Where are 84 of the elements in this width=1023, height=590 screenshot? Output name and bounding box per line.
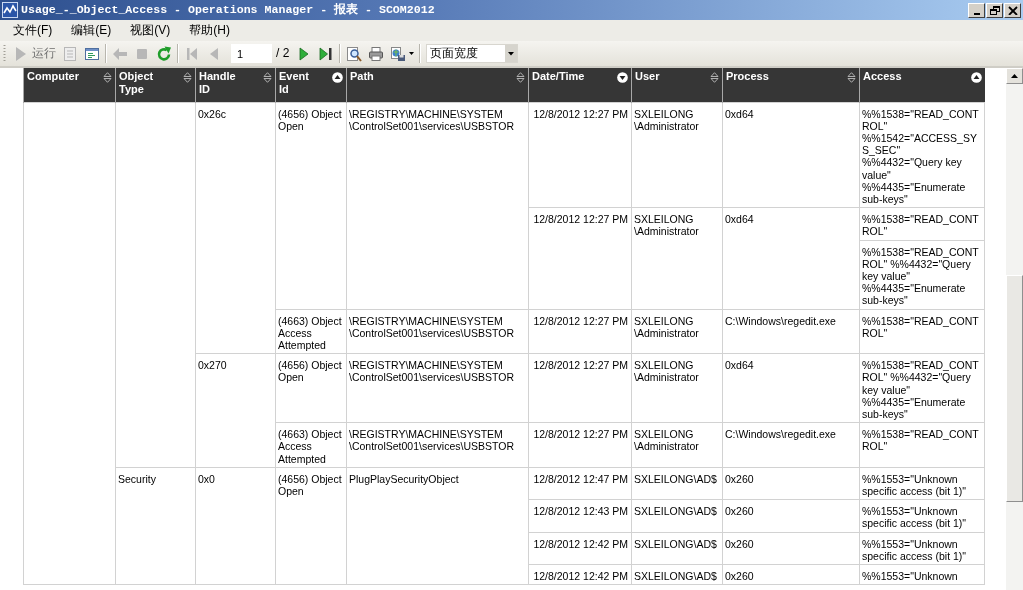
zoom-dropdown[interactable]: 页面宽度 [426,44,519,63]
column-title: User [635,70,660,83]
column-title: Process [726,70,769,83]
process-id: 0xd64 [725,359,754,372]
line-chart-icon [2,2,18,18]
access-text: %%1538="READ_CONTROL" [862,213,979,238]
registry-path: \REGISTRY\MACHINE\SYSTEM\ControlSet001\services\USBSTOR [349,359,514,384]
disk-globe-icon[interactable] [390,45,407,62]
process-id: C:\Windows\regedit.exe [725,314,836,327]
user-name: SXLEILONG\AD$ [634,505,717,518]
event-id: (4663) Object Access Attempted [278,314,342,351]
access-text: %%1538="READ_CONTROL" [862,428,979,453]
date-time: 12/8/2012 12:42 PM [533,570,628,582]
access-text: %%1538="READ_CONTROL" %%4432="Query key value" %%4435="Enumerate sub-keys" [862,245,979,307]
user-name: SXLEILONG\Administrator [634,359,699,384]
column-title: Date/Time [532,70,585,83]
caret-icon[interactable] [409,52,415,55]
user-name: SXLEILONG\AD$ [634,570,717,582]
process-id: 0x260 [725,505,754,518]
column-title: Event Id [279,70,310,95]
process-id: 0x260 [725,570,754,582]
sort-icon[interactable] [516,72,525,83]
access-text: %%1553="Unknown specific access (bit 1)" [862,505,967,530]
window-title: Usage_-_Object_Access - Operations Manager - 报表 - SCOM2012 [21,3,435,17]
column-title: Object Type [119,70,155,95]
sort-descending-icon[interactable] [617,72,628,83]
menu-item[interactable]: 帮助(H) [183,21,236,40]
menu-item[interactable]: 编辑(E) [65,21,118,40]
registry-path: \REGISTRY\MACHINE\SYSTEM\ControlSet001\services\USBSTOR [349,107,514,132]
date-time: 12/8/2012 12:27 PM [533,107,628,120]
date-time: 12/8/2012 12:47 PM [533,472,628,485]
user-name: SXLEILONG\Administrator [634,314,699,339]
access-text: %%1538="READ_CONTROL" [862,314,979,339]
triangle-up-icon[interactable] [1011,74,1018,78]
page-number-field[interactable]: 1 [231,44,272,63]
sort-icon[interactable] [103,72,112,83]
user-name: SXLEILONG\Administrator [634,428,699,453]
user-name: SXLEILONG\Administrator [634,107,699,132]
access-text: %%1538="READ_CONTROL" %%1542="ACCESS_SYS_SEC" %%4432="Query key value" %%4435="Enumerate sub-keys" [862,107,979,205]
sort-ascending-icon[interactable] [332,72,343,83]
access-text: %%1538="READ_CONTROL" %%4432="Query key value" %%4435="Enumerate sub-keys" [862,359,979,420]
event-id: (4656) Object Open [278,107,342,132]
date-time: 12/8/2012 12:27 PM [533,213,628,226]
object-type: Security [118,472,156,485]
registry-path: \REGISTRY\MACHINE\SYSTEM\ControlSet001\services\USBSTOR [349,428,514,453]
page-count: / 2 [276,46,290,61]
sort-icon[interactable] [263,72,272,83]
handle-id: 0x26c [198,107,227,120]
menu-item[interactable]: 视图(V) [124,21,177,40]
process-id: 0xd64 [725,213,754,226]
process-id: 0x260 [725,537,754,550]
column-title: Computer [27,70,79,83]
scroll-up-button[interactable] [1006,68,1023,84]
sort-ascending-icon[interactable] [970,72,982,83]
handle-id: 0x0 [198,472,215,485]
column-title: Access [863,70,902,83]
column-title: Handle ID [199,70,237,95]
sort-icon[interactable] [183,72,192,83]
date-time: 12/8/2012 12:27 PM [533,428,628,441]
sort-icon[interactable] [847,72,856,83]
user-name: SXLEILONG\AD$ [634,537,717,550]
handle-id: 0x270 [198,359,227,372]
date-time: 12/8/2012 12:42 PM [533,537,628,550]
event-id: (4663) Object Access Attempted [278,428,342,465]
registry-path: PlugPlaySecurityObject [349,472,459,485]
process-id: 0xd64 [725,107,754,120]
date-time: 12/8/2012 12:43 PM [533,505,628,518]
column-title: Path [350,70,374,83]
registry-path: \REGISTRY\MACHINE\SYSTEM\ControlSet001\services\USBSTOR [349,314,514,339]
event-id: (4656) Object Open [278,472,342,497]
access-text: %%1553="Unknown [862,570,958,582]
grip-icon [3,44,6,63]
access-text: %%1553="Unknown specific access (bit 1)" [862,537,967,562]
event-id: (4656) Object Open [278,359,342,384]
date-time: 12/8/2012 12:27 PM [533,359,628,372]
access-text: %%1553="Unknown specific access (bit 1)" [862,472,967,497]
user-name: SXLEILONG\Administrator [634,213,699,238]
sort-icon[interactable] [710,72,719,83]
menu-item[interactable]: 文件(F) [7,21,59,40]
scrollbar-thumb[interactable] [1006,275,1023,502]
process-id: 0x260 [725,472,754,485]
date-time: 12/8/2012 12:27 PM [533,314,628,327]
process-id: C:\Windows\regedit.exe [725,428,836,441]
user-name: SXLEILONG\AD$ [634,472,717,485]
